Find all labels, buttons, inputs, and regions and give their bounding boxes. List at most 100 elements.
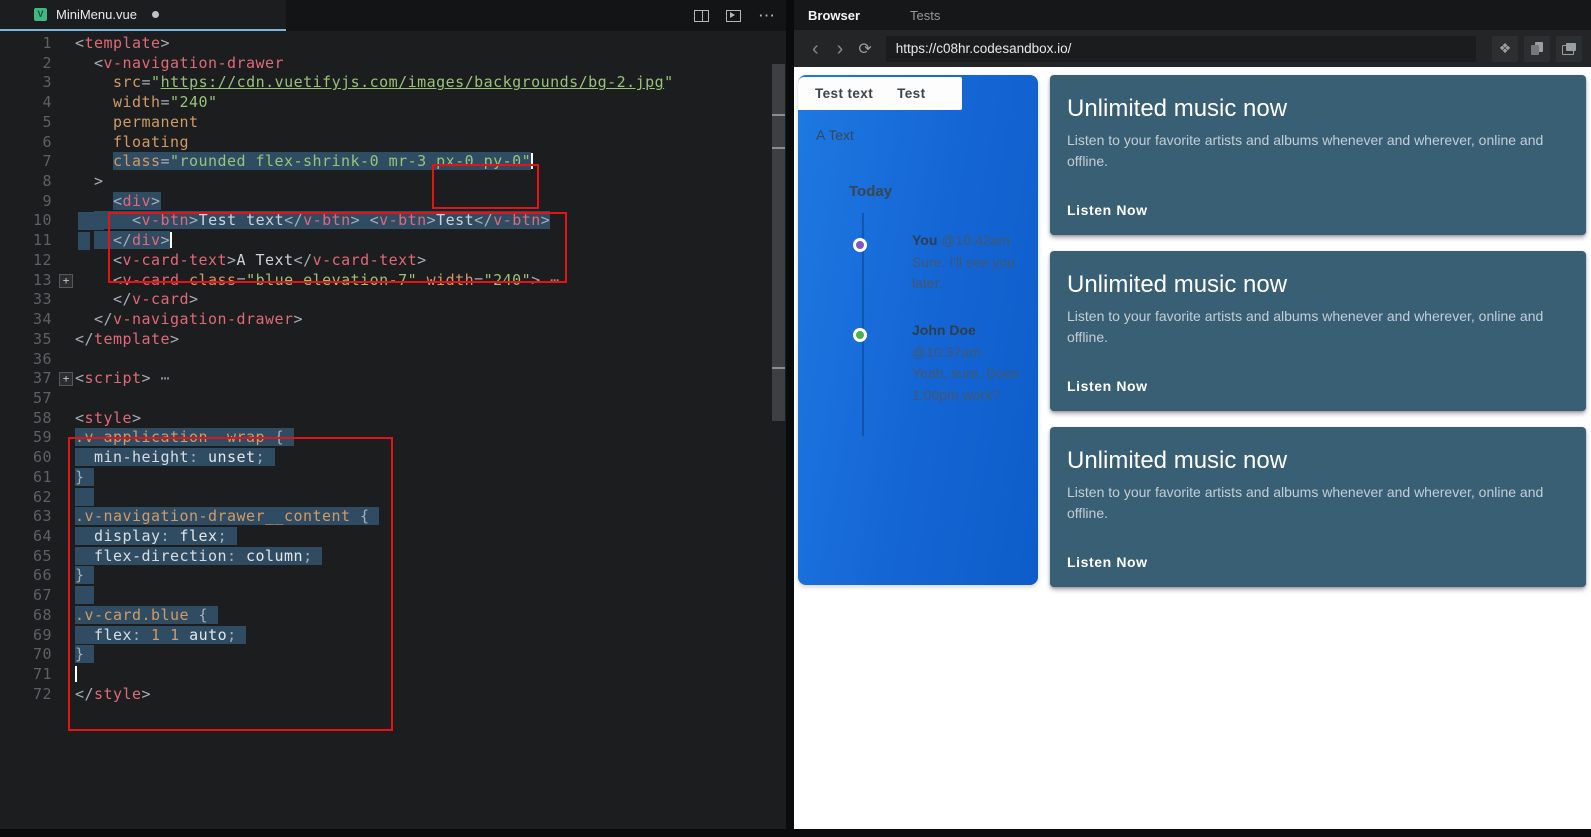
code-text: <v-navigation-drawer xyxy=(75,54,284,74)
card-title: Unlimited music now xyxy=(1067,271,1569,299)
more-options-icon[interactable]: ⋯ xyxy=(758,11,776,21)
code-text: width="240" xyxy=(75,93,218,113)
line-number: 61 xyxy=(0,468,52,488)
code-line[interactable]: 6 floating xyxy=(0,133,786,153)
open-in-new-window-button[interactable] xyxy=(1556,36,1582,62)
test-button[interactable]: Test xyxy=(897,86,925,101)
line-number: 35 xyxy=(0,330,52,350)
card-subtitle: Listen to your favorite artists and albu… xyxy=(1067,130,1569,172)
line-number: 63 xyxy=(0,507,52,527)
code-text: <script> ⋯ xyxy=(75,369,170,389)
music-card: Unlimited music nowListen to your favori… xyxy=(1050,427,1586,587)
code-text: floating xyxy=(75,133,189,153)
line-number: 71 xyxy=(0,665,52,685)
music-card: Unlimited music nowListen to your favori… xyxy=(1050,75,1586,235)
annotation-box-padding-classes xyxy=(432,164,539,209)
line-number: 13 xyxy=(0,271,52,291)
code-line[interactable]: 5 permanent xyxy=(0,113,786,133)
preview-tab-tests[interactable]: Tests xyxy=(910,8,940,23)
listen-now-button[interactable]: Listen Now xyxy=(1067,378,1148,394)
open-preview-icon[interactable] xyxy=(726,10,741,22)
preview-pane: Browser Tests ‹ › ⟳ https://c08hr.codesan… xyxy=(794,0,1591,829)
code-line[interactable]: 34 </v-navigation-drawer> xyxy=(0,310,786,330)
code-text: </v-card> xyxy=(75,290,199,310)
code-line[interactable]: 58 <style> xyxy=(0,409,786,429)
timeline-message: You @10:42amSure, I'll see youlater. xyxy=(912,230,1030,295)
back-icon[interactable]: ‹ xyxy=(803,39,828,59)
preview-tab-browser[interactable]: Browser xyxy=(808,8,860,23)
code-line[interactable]: 8 > xyxy=(0,172,786,192)
code-line[interactable]: 4 width="240" xyxy=(0,93,786,113)
code-line[interactable]: 3 src="https://cdn.vuetifyjs.com/images/… xyxy=(0,73,786,93)
line-number: 1 xyxy=(0,34,52,54)
line-number: 69 xyxy=(0,626,52,646)
code-line[interactable]: 2 <v-navigation-drawer xyxy=(0,54,786,74)
timeline-card: Today You @10:42amSure, I'll see youlate… xyxy=(798,163,1038,585)
code-line[interactable]: 35 </template> xyxy=(0,330,786,350)
code-line[interactable]: 36 xyxy=(0,350,786,370)
listen-now-button[interactable]: Listen Now xyxy=(1067,554,1148,570)
line-number: 64 xyxy=(0,527,52,547)
line-number: 3 xyxy=(0,73,52,93)
line-number: 36 xyxy=(0,350,52,370)
line-number: 9 xyxy=(0,192,52,212)
tab-minimenu-vue[interactable]: V MiniMenu.vue xyxy=(0,0,286,31)
line-number: 57 xyxy=(0,389,52,409)
line-number: 2 xyxy=(0,54,52,74)
app-viewport: Test text Test A Text Today You @10:42amS… xyxy=(794,67,1591,829)
code-line[interactable]: 33 </v-card> xyxy=(0,290,786,310)
drawer-button-row: Test text Test xyxy=(798,77,962,110)
editor-tab-bar: V MiniMenu.vue ⋯ xyxy=(0,0,786,31)
code-text: <div> xyxy=(75,192,161,212)
code-editor[interactable]: 1<template>2 <v-navigation-drawer3 src="… xyxy=(0,31,786,829)
test-button[interactable]: Test text xyxy=(815,86,873,101)
code-line[interactable]: 37+<script> ⋯ xyxy=(0,369,786,389)
refresh-icon[interactable]: ⟳ xyxy=(852,39,879,59)
line-number: 65 xyxy=(0,547,52,567)
line-number: 72 xyxy=(0,685,52,705)
code-line[interactable]: 57 xyxy=(0,389,786,409)
code-text: <style> xyxy=(75,409,142,429)
new-window-icon xyxy=(1562,43,1576,55)
line-number: 58 xyxy=(0,409,52,429)
card-title: Unlimited music now xyxy=(1067,447,1569,475)
line-number: 66 xyxy=(0,566,52,586)
john-doe-dot-icon xyxy=(853,328,867,342)
responsive-mode-button[interactable]: ❖ xyxy=(1492,36,1518,62)
editor-pane: V MiniMenu.vue ⋯ 1<template>2 <v-navigat… xyxy=(0,0,786,829)
line-number: 60 xyxy=(0,448,52,468)
code-text: </template> xyxy=(75,330,180,350)
split-view-icon[interactable] xyxy=(694,10,709,22)
line-number: 8 xyxy=(0,172,52,192)
drawer-card-text: A Text xyxy=(816,127,854,143)
code-line[interactable]: 7 class="rounded flex-shrink-0 mr-3 px-0… xyxy=(0,152,786,172)
editor-scrollbar[interactable] xyxy=(771,62,786,829)
card-subtitle: Listen to your favorite artists and albu… xyxy=(1067,306,1569,348)
line-number: 67 xyxy=(0,586,52,606)
url-input[interactable]: https://c08hr.codesandbox.io/ xyxy=(886,36,1476,62)
code-text: > xyxy=(75,172,104,192)
tab-title: MiniMenu.vue xyxy=(56,7,137,22)
line-number: 70 xyxy=(0,645,52,665)
timeline-heading: Today xyxy=(849,183,892,200)
code-text: permanent xyxy=(75,113,199,133)
pane-divider[interactable] xyxy=(786,0,794,829)
diamonds-icon: ❖ xyxy=(1499,40,1512,57)
music-cards-column: Unlimited music now Listen to your favori… xyxy=(1050,75,1586,587)
code-line[interactable]: 9 <div> xyxy=(0,192,786,212)
line-number: 33 xyxy=(0,290,52,310)
scrollbar-thumb[interactable] xyxy=(772,64,785,421)
line-number: 62 xyxy=(0,488,52,508)
annotation-box-div-buttons xyxy=(108,212,567,283)
listen-now-button[interactable]: Listen Now xyxy=(1067,202,1148,218)
fold-expand-icon[interactable]: + xyxy=(59,372,73,386)
preview-tab-bar: Browser Tests xyxy=(794,0,1591,30)
code-text: </v-navigation-drawer> xyxy=(75,310,303,330)
copy-button[interactable] xyxy=(1524,36,1550,62)
you-dot-icon xyxy=(853,238,867,252)
annotation-box-style-block xyxy=(68,437,393,731)
fold-expand-icon[interactable]: + xyxy=(59,274,73,288)
forward-icon[interactable]: › xyxy=(828,39,853,59)
line-number: 7 xyxy=(0,152,52,172)
code-line[interactable]: 1<template> xyxy=(0,34,786,54)
